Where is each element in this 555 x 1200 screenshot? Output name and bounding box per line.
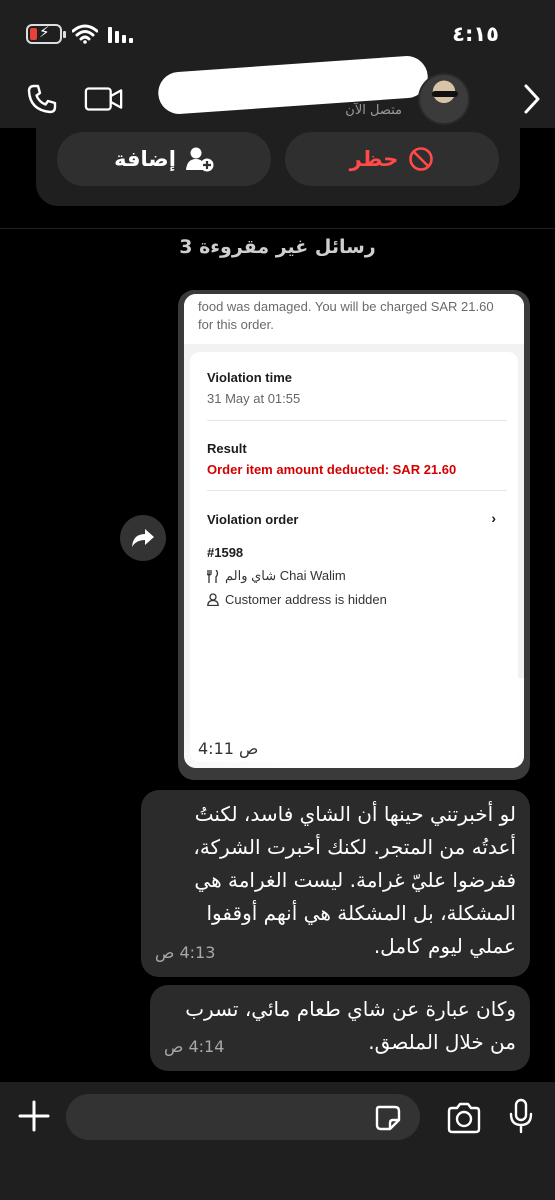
phone-icon	[27, 84, 57, 114]
status-icons: ⚡	[26, 23, 134, 44]
forwarded-screenshot: food was damaged. You will be charged SA…	[184, 294, 524, 768]
image-message[interactable]: food was damaged. You will be charged SA…	[178, 290, 530, 780]
battery-icon: ⚡	[26, 23, 66, 44]
message-line: أعدتُه من المتجر. لكنك أخبرت الشركة،	[193, 835, 516, 859]
text-message[interactable]: وكان عبارة عن شاي طعام مائي، تسرب من خلا…	[150, 985, 530, 1071]
add-friend-button[interactable]: إضافة	[57, 132, 271, 186]
result-label: Result	[207, 441, 247, 456]
top-text-line: food was damaged. You will be charged SA…	[198, 299, 494, 314]
forward-icon	[132, 529, 154, 547]
order-number: #1598	[207, 545, 244, 560]
unread-banner: 3 رسائل غير مقروءة	[179, 236, 376, 258]
store-name: شاي والم Chai Walim	[225, 568, 346, 583]
action-card: إضافة حظر	[36, 128, 520, 206]
chat-header: متصل الآن	[0, 54, 555, 128]
address-row: Customer address is hidden	[207, 592, 387, 607]
message-timestamp: 4:13 ص	[155, 943, 216, 962]
back-button[interactable]	[512, 80, 552, 118]
message-line: وكان عبارة عن شاي طعام مائي، تسرب	[185, 997, 516, 1021]
chevron-right-icon	[524, 84, 540, 114]
fork-knife-icon	[207, 569, 219, 583]
violation-order-label: Violation order	[207, 512, 299, 527]
plus-icon[interactable]	[16, 1098, 52, 1134]
add-label: إضافة	[114, 147, 176, 171]
message-line: لو أخبرتني حينها أن الشاي فاسد، لكنتُ	[194, 802, 516, 826]
divider	[0, 228, 555, 229]
result-value: Order item amount deducted: SAR 21.60	[207, 462, 457, 477]
video-call-button[interactable]	[84, 80, 124, 118]
message-line: المشكلة، بل المشكلة هي أنهم أوقفوا	[206, 901, 517, 925]
video-camera-icon	[84, 87, 123, 111]
message-line: ففرضوا عليّ غرامة. ليست الغرامة هي	[194, 868, 516, 892]
chevron-right-icon: ›	[491, 510, 496, 526]
block-icon	[409, 147, 434, 171]
status-bar: ⚡ ٤:١٥	[0, 0, 555, 70]
message-timestamp: 4:11 ص	[198, 739, 259, 758]
card-divider	[207, 420, 507, 421]
sticker-icon[interactable]	[374, 1104, 402, 1132]
status-time: ٤:١٥	[452, 22, 499, 46]
screenshot-top-text: food was damaged. You will be charged SA…	[184, 294, 524, 344]
forward-button[interactable]	[120, 515, 166, 561]
person-icon	[207, 593, 219, 606]
top-text-line: for this order.	[198, 317, 274, 332]
add-user-icon	[185, 147, 214, 172]
call-button[interactable]	[22, 80, 62, 118]
contact-status: متصل الآن	[345, 103, 402, 118]
violation-time-value: 31 May at 01:55	[207, 391, 301, 406]
camera-icon[interactable]	[446, 1102, 482, 1134]
input-bar	[0, 1082, 555, 1200]
text-message[interactable]: لو أخبرتني حينها أن الشاي فاسد، لكنتُ أع…	[141, 790, 530, 977]
block-button[interactable]: حظر	[285, 132, 499, 186]
microphone-icon[interactable]	[508, 1098, 534, 1134]
block-label: حظر	[349, 147, 399, 171]
address-text: Customer address is hidden	[225, 592, 387, 607]
card-divider	[207, 490, 507, 491]
signal-icon	[108, 27, 133, 43]
avatar[interactable]	[418, 73, 470, 125]
message-timestamp: 4:14 ص	[164, 1037, 225, 1056]
store-row: شاي والم Chai Walim	[207, 568, 346, 584]
violation-time-label: Violation time	[207, 370, 292, 385]
message-input[interactable]	[66, 1094, 420, 1140]
wifi-icon	[72, 24, 98, 44]
